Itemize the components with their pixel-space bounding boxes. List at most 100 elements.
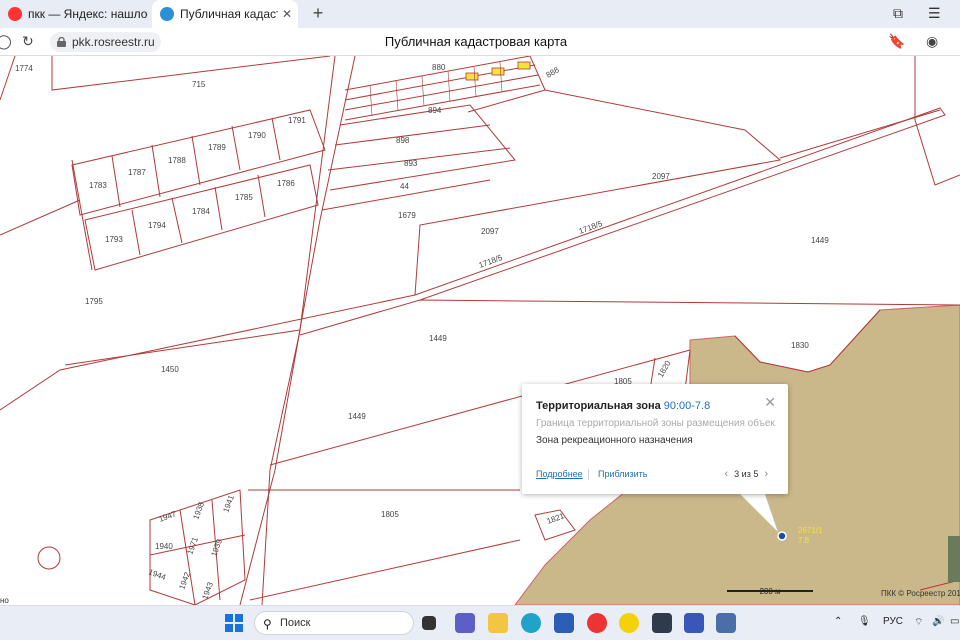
- left-edge-text: но: [0, 596, 9, 605]
- parcel-label: 1449: [429, 334, 447, 343]
- parcel-label: 1938: [191, 500, 206, 520]
- highlight-parcel: [517, 61, 531, 70]
- taskbar-search[interactable]: ⚲ Поиск: [254, 611, 414, 635]
- copyright-text: ПКК © Росреестр 2018: [881, 589, 960, 598]
- parcel-label: 880: [432, 63, 446, 72]
- parcel-label: 1718/5: [478, 253, 505, 270]
- popup-title-text: Территориальная зона: [536, 400, 661, 412]
- parcel-label: 1820: [656, 359, 673, 379]
- close-tab-icon[interactable]: ✕: [282, 7, 292, 21]
- parcel-label: 1942: [177, 570, 192, 590]
- parcel-label: 1793: [105, 235, 123, 244]
- link-divider: [588, 469, 589, 480]
- parcel-label: 1784: [192, 207, 210, 216]
- store-icon[interactable]: [554, 613, 574, 633]
- close-icon[interactable]: ✕: [764, 394, 776, 411]
- microphone-icon[interactable]: 🎙: [858, 616, 871, 627]
- more-details-link[interactable]: Подробнее: [536, 469, 583, 479]
- parcel-label: 1449: [348, 412, 366, 421]
- popup-zone-code: 90:00-7.8: [663, 400, 711, 412]
- popup-title: Территориальная зона 90:00-7.8: [536, 400, 710, 412]
- parcel-label: 1791: [288, 116, 306, 125]
- parcel-label: 1787: [128, 168, 146, 177]
- teams-icon[interactable]: [455, 613, 475, 633]
- rosreestr-favicon-icon: [160, 7, 174, 21]
- volume-icon[interactable]: 🔊: [932, 616, 944, 627]
- edge-icon[interactable]: [521, 613, 541, 633]
- zone-info-popup: Территориальная зона 90:00-7.8 Граница те…: [522, 384, 788, 494]
- chevron-left-icon[interactable]: ‹: [724, 468, 728, 480]
- app-icon[interactable]: [684, 613, 704, 633]
- parcel-label: 1830: [791, 341, 809, 350]
- yandex-icon[interactable]: [587, 613, 607, 633]
- parcel-label: 7.8: [798, 536, 810, 545]
- parcel-label: 715: [192, 80, 206, 89]
- parcel-label: 1795: [85, 297, 103, 306]
- parcel-circle: [37, 546, 61, 570]
- parcel-label: 1774: [15, 64, 33, 73]
- popup-description: Зона рекреационного назначения: [536, 435, 693, 446]
- search-label: Поиск: [280, 617, 311, 629]
- highlight-parcel: [465, 72, 479, 81]
- parcel-label: 44: [400, 182, 409, 191]
- parcel-label: 1943: [200, 580, 215, 600]
- yandex-browser-icon[interactable]: [716, 613, 736, 633]
- parcel-label: 1679: [398, 211, 416, 220]
- location-marker: [777, 531, 787, 541]
- parcel-label: 1718/5: [578, 219, 605, 236]
- app-icon[interactable]: [652, 613, 672, 633]
- wifi-icon[interactable]: ⌔: [914, 616, 923, 629]
- parcel-label: 2097: [652, 172, 670, 181]
- search-icon: ⚲: [263, 617, 272, 631]
- parcel-label: 888: [545, 65, 562, 80]
- browser-tab-bar: пкк — Яндекс: нашлось 4 Публичная кадаст…: [0, 0, 960, 28]
- menu-icon[interactable]: ☰: [928, 5, 941, 22]
- parcel-label: 893: [404, 159, 418, 168]
- parcel-label: 1790: [248, 131, 266, 140]
- chevron-right-icon[interactable]: ›: [764, 468, 768, 480]
- parcel-label: 1788: [168, 156, 186, 165]
- parcel-label: 1940: [155, 542, 173, 551]
- bookmark-icon[interactable]: 🔖: [888, 33, 905, 50]
- collections-icon[interactable]: ⧉: [893, 5, 903, 22]
- parcel-label: 1789: [208, 143, 226, 152]
- tab-label: пкк — Яндекс: нашлось 4: [28, 7, 148, 21]
- parcel-label: 1971: [185, 535, 200, 555]
- tray-chevron-icon[interactable]: ⌃: [834, 616, 842, 627]
- parcel-label: 2671/1: [798, 526, 823, 535]
- yandex-music-icon[interactable]: [619, 613, 639, 633]
- pager-text: 3 из 5: [734, 469, 759, 479]
- parcel-label: 1450: [161, 365, 179, 374]
- new-tab-icon[interactable]: +: [308, 4, 328, 24]
- windows-taskbar: ⚲ Поиск ⌃ 🎙 РУС ⌔ 🔊 ▭: [0, 605, 960, 640]
- yandex-favicon-icon: [8, 7, 22, 21]
- parcel-label: 1786: [277, 179, 295, 188]
- parcel-label: 1794: [148, 221, 166, 230]
- parcel-label: 1449: [811, 236, 829, 245]
- battery-icon[interactable]: ▭: [950, 616, 959, 627]
- windows-start-icon[interactable]: [224, 613, 244, 633]
- parcel-2097: [414, 89, 946, 301]
- layer-thumbnail: [948, 536, 960, 582]
- popup-pager: ‹ 3 из 5 ›: [718, 468, 774, 480]
- zoom-in-link[interactable]: Приблизить: [598, 469, 648, 479]
- parcel-label: 1783: [89, 181, 107, 190]
- tab-pkk[interactable]: Публичная кадастрова ✕: [152, 0, 298, 28]
- parcel-label: 1785: [235, 193, 253, 202]
- parcel-label: 894: [428, 106, 442, 115]
- highlight-parcel: [491, 67, 505, 76]
- tab-label: Публичная кадастрова: [180, 7, 278, 21]
- popup-subtitle: Граница территориальной зоны размещения …: [536, 418, 776, 429]
- parcel-label: 1805: [381, 510, 399, 519]
- address-bar: ◯ ↻ pkk.rosreestr.ru Публичная кадастров…: [0, 28, 960, 56]
- profile-avatar-icon[interactable]: ◉: [926, 33, 938, 50]
- parcel-label: 1947: [158, 509, 178, 524]
- file-explorer-icon[interactable]: [488, 613, 508, 633]
- tab-yandex-search[interactable]: пкк — Яндекс: нашлось 4: [0, 0, 148, 28]
- cadastral-map[interactable]: 1774 715 880 888 894 1791 1790 1789 1788…: [0, 56, 960, 605]
- task-view-icon[interactable]: [422, 616, 436, 630]
- parcel-label: 1939: [209, 537, 224, 557]
- map-canvas[interactable]: 1774 715 880 888 894 1791 1790 1789 1788…: [0, 56, 960, 605]
- parcel-label: 898: [396, 136, 410, 145]
- language-indicator[interactable]: РУС: [883, 616, 903, 627]
